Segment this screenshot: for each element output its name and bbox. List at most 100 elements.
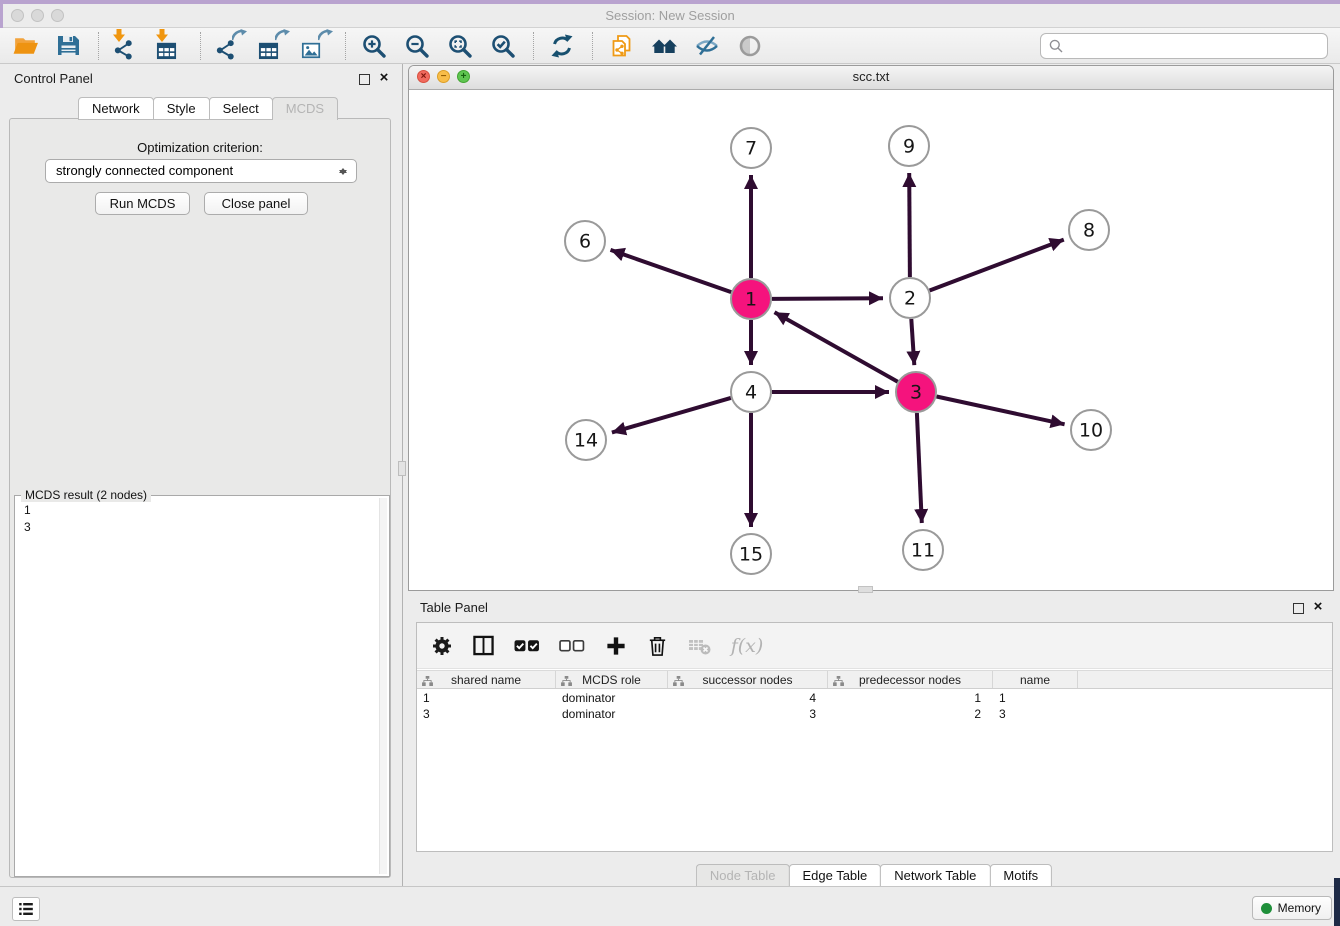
home-layout-button[interactable] xyxy=(649,31,679,61)
close-panel-icon[interactable] xyxy=(377,70,391,86)
export-arrow-icon xyxy=(232,29,247,41)
add-column-button[interactable] xyxy=(603,633,628,658)
close-panel-button[interactable]: Close panel xyxy=(204,192,308,215)
table-cell[interactable]: 3 xyxy=(668,706,828,722)
delete-table-button[interactable] xyxy=(687,633,712,658)
import-arrow-icon xyxy=(156,29,168,42)
float-panel-icon[interactable] xyxy=(1293,603,1304,614)
tab-network[interactable]: Network xyxy=(78,97,154,120)
edge-4-14[interactable] xyxy=(612,398,731,433)
close-view-icon[interactable] xyxy=(417,70,430,83)
table-cell[interactable]: dominator xyxy=(556,690,668,706)
network-window-titlebar[interactable]: scc.txt xyxy=(409,66,1333,90)
result-scrollbar[interactable] xyxy=(379,498,387,874)
table-settings-button[interactable] xyxy=(429,633,454,658)
node-10[interactable]: 10 xyxy=(1071,410,1111,450)
tab-edge-table[interactable]: Edge Table xyxy=(788,864,881,887)
edge-1-2[interactable] xyxy=(772,298,883,299)
edge-2-9[interactable] xyxy=(909,173,910,277)
show-all-button[interactable] xyxy=(735,31,765,61)
node-11[interactable]: 11 xyxy=(903,530,943,570)
export-table-button[interactable] xyxy=(257,31,287,61)
node-8[interactable]: 8 xyxy=(1069,210,1109,250)
tab-motifs[interactable]: Motifs xyxy=(989,864,1052,887)
table-cell[interactable]: 3 xyxy=(417,706,556,722)
export-network-button[interactable] xyxy=(214,31,244,61)
function-builder-button[interactable]: f(x) xyxy=(729,633,765,658)
table-panel-title: Table Panel xyxy=(420,600,488,615)
column-header-predecessor-nodes[interactable]: predecessor nodes xyxy=(828,671,993,688)
tab-style[interactable]: Style xyxy=(153,97,210,120)
horizontal-splitter-handle[interactable] xyxy=(858,586,873,593)
tab-node-table[interactable]: Node Table xyxy=(696,864,790,887)
table-cell[interactable]: 1 xyxy=(417,690,556,706)
table-cell[interactable]: 1 xyxy=(828,690,993,706)
tab-network-table[interactable]: Network Table xyxy=(880,864,990,887)
optimization-select[interactable]: strongly connected component xyxy=(45,159,357,183)
open-session-button[interactable] xyxy=(10,31,40,61)
zoom-in-button[interactable] xyxy=(359,31,389,61)
float-panel-icon[interactable] xyxy=(359,74,370,85)
column-header-successor-nodes[interactable]: successor nodes xyxy=(668,671,828,688)
edge-2-3[interactable] xyxy=(911,319,914,365)
task-history-button[interactable] xyxy=(12,897,40,921)
edge-1-6[interactable] xyxy=(611,250,732,292)
delete-column-button[interactable] xyxy=(645,633,670,658)
column-header-MCDS-role[interactable]: MCDS role xyxy=(556,671,668,688)
import-network-button[interactable] xyxy=(112,31,142,61)
hierarchy-icon xyxy=(561,675,572,689)
node-4[interactable]: 4 xyxy=(731,372,771,412)
column-header-shared-name[interactable]: shared name xyxy=(417,671,556,688)
edge-3-10[interactable] xyxy=(937,397,1065,425)
export-image-button[interactable] xyxy=(300,31,330,61)
edge-3-11[interactable] xyxy=(917,413,922,523)
vertical-splitter-handle[interactable] xyxy=(398,461,406,476)
run-mcds-button[interactable]: Run MCDS xyxy=(95,192,190,215)
application-window: Session: New Session xyxy=(0,0,1340,926)
select-all-button[interactable] xyxy=(513,633,541,658)
control-tabs: NetworkStyleSelectMCDS xyxy=(78,97,338,120)
memory-button[interactable]: Memory xyxy=(1252,896,1332,920)
zoom-selected-button[interactable] xyxy=(488,31,518,61)
zoom-fit-button[interactable] xyxy=(445,31,475,61)
node-14[interactable]: 14 xyxy=(566,420,606,460)
deselect-all-button[interactable] xyxy=(558,633,586,658)
edge-2-8[interactable] xyxy=(930,240,1064,291)
table-cell[interactable]: 1 xyxy=(993,690,1078,706)
node-6[interactable]: 6 xyxy=(565,221,605,261)
table-row[interactable]: 3dominator323 xyxy=(417,706,1332,722)
import-table-button[interactable] xyxy=(155,31,185,61)
minimize-view-icon[interactable] xyxy=(437,70,450,83)
tab-mcds[interactable]: MCDS xyxy=(272,97,338,120)
refresh-icon xyxy=(549,33,575,59)
status-bar: Memory xyxy=(0,886,1340,926)
table-cell[interactable]: 2 xyxy=(828,706,993,722)
table-cell[interactable]: dominator xyxy=(556,706,668,722)
node-2[interactable]: 2 xyxy=(890,278,930,318)
column-header-name[interactable]: name xyxy=(993,671,1078,688)
mcds-result-text[interactable]: 13 xyxy=(24,502,31,536)
table-cell[interactable]: 4 xyxy=(668,690,828,706)
network-graph[interactable]: 7 9 6 8 1 2 4 3 14 10 15 11 xyxy=(409,90,1333,591)
save-session-button[interactable] xyxy=(53,31,83,61)
node-7[interactable]: 7 xyxy=(731,128,771,168)
tab-select[interactable]: Select xyxy=(209,97,273,120)
close-panel-icon[interactable] xyxy=(1311,599,1325,615)
node-15[interactable]: 15 xyxy=(731,534,771,574)
zoom-out-button[interactable] xyxy=(402,31,432,61)
search-input[interactable] xyxy=(1069,36,1327,56)
clone-network-button[interactable] xyxy=(606,31,636,61)
svg-text:14: 14 xyxy=(574,430,598,452)
node-1[interactable]: 1 xyxy=(731,279,771,319)
hide-selected-button[interactable] xyxy=(692,31,722,61)
table-toolbar: f(x) xyxy=(417,623,1332,669)
toggle-panes-button[interactable] xyxy=(471,633,496,658)
table-cell[interactable]: 3 xyxy=(993,706,1078,722)
table-row[interactable]: 1dominator411 xyxy=(417,690,1332,706)
edge-3-1[interactable] xyxy=(775,312,898,381)
search-field[interactable] xyxy=(1040,33,1328,59)
node-3[interactable]: 3 xyxy=(896,372,936,412)
refresh-layout-button[interactable] xyxy=(547,31,577,61)
node-9[interactable]: 9 xyxy=(889,126,929,166)
maximize-view-icon[interactable] xyxy=(457,70,470,83)
